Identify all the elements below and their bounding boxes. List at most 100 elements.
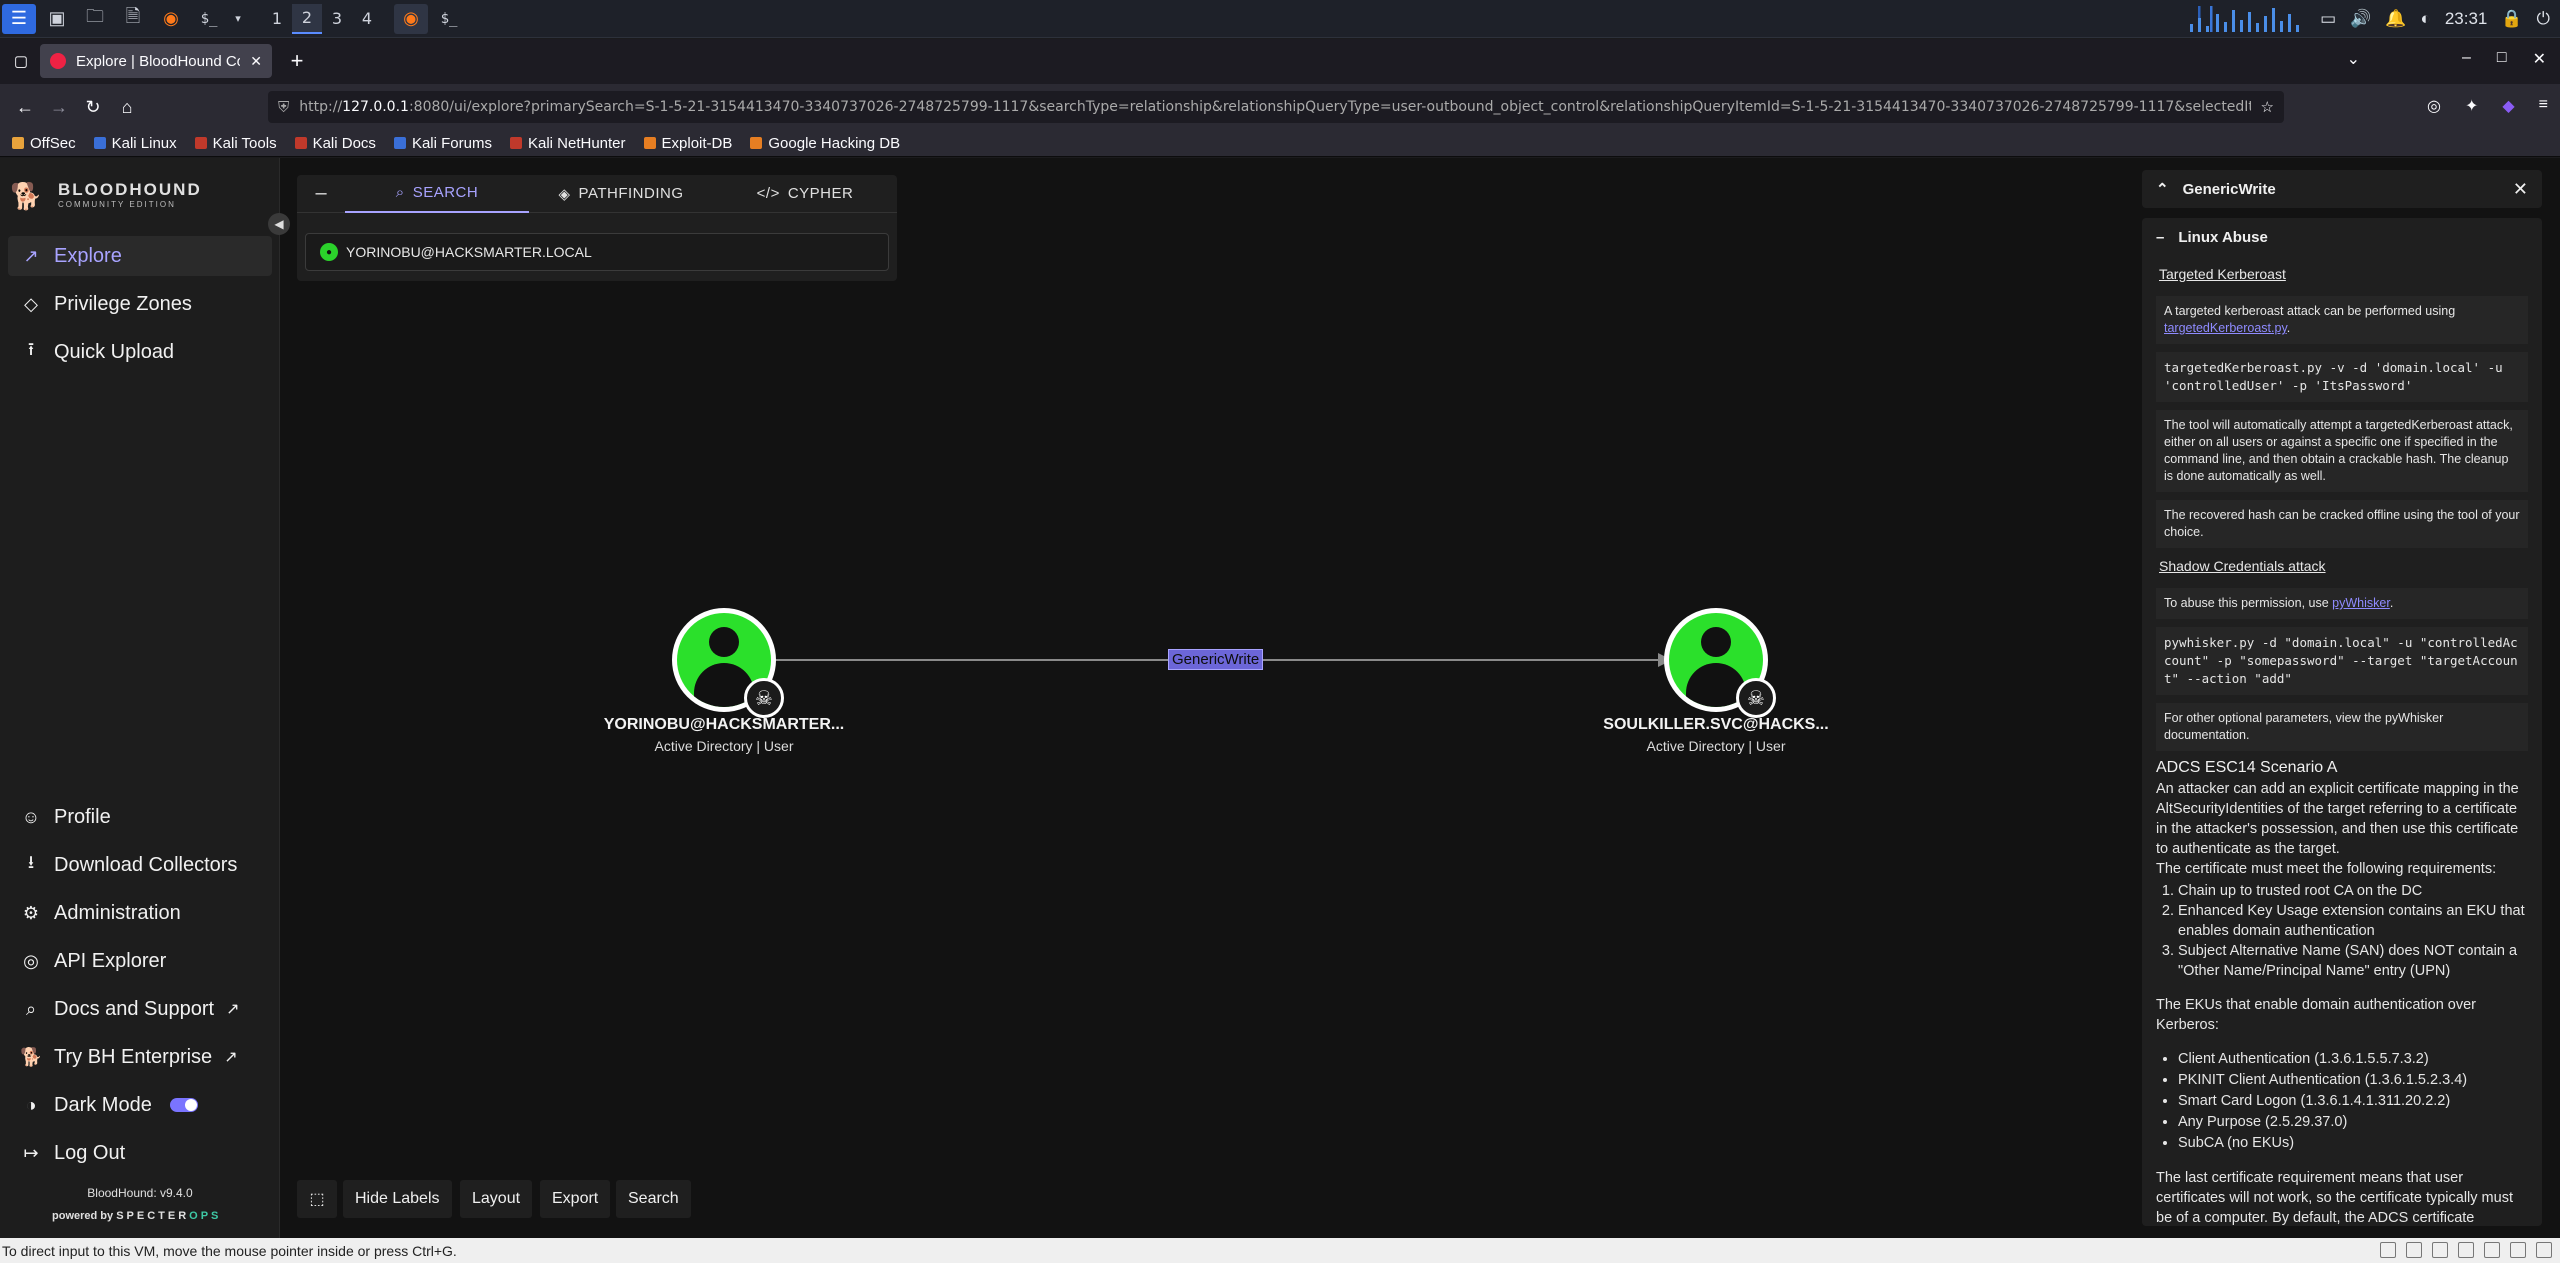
tab-search[interactable]: ⌕ SEARCH [345, 175, 529, 213]
lock-icon[interactable]: 🔒 [2501, 9, 2522, 29]
sidebar-item-quick-upload[interactable]: ⭱ Quick Upload [8, 332, 272, 372]
bloodhound-logo[interactable]: 🐕 BLOODHOUND COMMUNITY EDITION [10, 180, 202, 211]
back-icon[interactable]: ← [8, 90, 42, 124]
forward-icon[interactable]: → [42, 90, 76, 124]
hdd-icon[interactable] [2380, 1242, 2396, 1258]
volume-icon[interactable]: 🔊 [2350, 9, 2371, 29]
bookmark-kali-linux[interactable]: Kali Linux [93, 135, 177, 152]
reload-icon[interactable]: ↻ [76, 90, 110, 124]
terminal-icon[interactable]: $_ [192, 4, 226, 34]
tab-overflow-chevron-icon[interactable]: ⌄ [2347, 49, 2360, 69]
display-icon[interactable]: ▭ [2320, 9, 2336, 29]
collapse-up-icon[interactable]: ⌃ [2156, 180, 2169, 198]
graph-node-target[interactable]: ☠ [1664, 608, 1776, 718]
bookmark-kali-tools[interactable]: Kali Tools [194, 134, 277, 152]
display-icon[interactable] [2510, 1242, 2526, 1258]
bookmark-offsec[interactable]: OffSec [12, 135, 76, 152]
clock[interactable]: 23:31 [2445, 9, 2488, 29]
app-menu-icon[interactable]: ≡ [2539, 96, 2548, 116]
node-type-target: Active Directory | User [1646, 738, 1786, 754]
section-linux-abuse[interactable]: – Linux Abuse [2156, 218, 2528, 256]
sidebar-item-api-explorer[interactable]: ◎ API Explorer [8, 941, 272, 981]
detail-body[interactable]: – Linux Abuse Targeted Kerberoast A targ… [2142, 218, 2542, 1226]
collapse-sidebar-button[interactable]: ◀ [268, 213, 290, 235]
shared-folder-icon[interactable] [2484, 1242, 2500, 1258]
bookmark-kali-docs[interactable]: Kali Docs [294, 135, 376, 152]
collapse-minus-icon: – [2156, 228, 2165, 246]
tab-list-icon[interactable]: ▢ [4, 44, 38, 78]
bookmark-exploit-db[interactable]: Exploit-DB [643, 135, 732, 152]
kali-nethunter-icon [509, 137, 522, 149]
workspace-4[interactable]: 4 [352, 4, 382, 34]
bookmark-label: Kali Tools [212, 134, 277, 152]
firefox-icon[interactable]: ◉ [154, 4, 188, 34]
firefox-window-icon[interactable]: ◉ [394, 3, 428, 34]
kali-menu-icon[interactable]: ☰ [2, 3, 36, 34]
notification-bell-icon[interactable]: 🔔 [2385, 9, 2406, 29]
graph-search-button[interactable]: Search [616, 1180, 691, 1218]
brand-a: SPECTER [116, 1210, 190, 1222]
workspace-2[interactable]: 2 [292, 3, 322, 34]
pywhisker-link[interactable]: pyWhisker [2332, 596, 2390, 610]
search-tabs: – ⌕ SEARCH ◈ PATHFINDING </> CYPHER [297, 175, 897, 213]
usb-icon[interactable] [2432, 1242, 2448, 1258]
export-button[interactable]: Export [540, 1180, 611, 1218]
file-manager-icon[interactable]: 🗀 [78, 4, 112, 34]
bookmark-kali-forums[interactable]: Kali Forums [393, 135, 492, 152]
dark-mode-toggle[interactable] [169, 1098, 198, 1112]
layout-button[interactable]: Layout [460, 1180, 533, 1218]
minimize-panel-button[interactable]: – [297, 182, 345, 205]
section-title: Linux Abuse [2178, 228, 2268, 246]
capture-icon[interactable] [2536, 1242, 2552, 1258]
sidebar-item-explore[interactable]: ↗ Explore [8, 236, 272, 276]
close-window-icon[interactable]: ✕ [2533, 49, 2546, 69]
targeted-kerberoast-link[interactable]: targetedKerberoast.py [2164, 321, 2287, 335]
users-cog-icon: ⚙ [22, 902, 40, 923]
network-icon[interactable] [2406, 1242, 2422, 1258]
terminal-window-icon[interactable]: $_ [432, 4, 466, 34]
chevron-down-icon[interactable]: ▾ [230, 4, 246, 34]
tab-cypher[interactable]: </> CYPHER [713, 175, 897, 213]
sidebar-item-download-collectors[interactable]: ⭳ Download Collectors [8, 845, 272, 885]
workspace-1[interactable]: 1 [262, 4, 292, 34]
show-desktop-icon[interactable]: ▣ [40, 4, 74, 34]
sidebar-item-profile[interactable]: ☺ Profile [8, 797, 272, 837]
extension-purple-icon[interactable]: ◆ [2502, 96, 2514, 116]
url-bar[interactable]: ⛨ http://127.0.0.1:8080/ui/explore?prima… [268, 91, 2284, 123]
site-info-icon[interactable]: ⛨ [278, 99, 289, 116]
graph-canvas[interactable]: ☠ YORINOBU@HACKSMARTER... Active Directo… [290, 158, 2140, 1238]
home-icon[interactable]: ⌂ [110, 90, 144, 124]
crop-fit-button[interactable]: ⬚ [297, 1180, 337, 1218]
sidebar-item-dark-mode[interactable]: ◑ Dark Mode [8, 1085, 272, 1125]
bookmark-star-icon[interactable]: ☆ [2261, 98, 2274, 116]
workspace-3[interactable]: 3 [322, 4, 352, 34]
text-editor-icon[interactable]: 🗎 [116, 4, 150, 34]
power-status-icon[interactable]: ◐ [2421, 9, 2431, 29]
sidebar-item-docs-support[interactable]: ⌕ Docs and Support ↗ [8, 989, 272, 1029]
account-icon[interactable]: ◎ [2427, 96, 2441, 116]
list-item: Subject Alternative Name (SAN) does NOT … [2178, 941, 2528, 981]
audio-icon[interactable] [2458, 1242, 2474, 1258]
sidebar-item-logout[interactable]: ↦ Log Out [8, 1133, 272, 1173]
minimize-icon[interactable]: – [2462, 49, 2471, 69]
bookmark-google-hacking-db[interactable]: Google Hacking DB [750, 135, 900, 152]
hide-labels-button[interactable]: Hide Labels [343, 1180, 452, 1218]
close-icon[interactable]: ✕ [2513, 179, 2528, 200]
logout-power-icon[interactable]: ⏻ [2537, 9, 2550, 29]
sidebar-item-administration[interactable]: ⚙ Administration [8, 893, 272, 933]
search-input[interactable]: ● YORINOBU@HACKSMARTER.LOCAL [305, 233, 889, 271]
bookmark-kali-nethunter[interactable]: Kali NetHunter [509, 135, 626, 152]
extensions-icon[interactable]: ✦ [2465, 96, 2478, 116]
sidebar-item-privilege-zones[interactable]: ◇ Privilege Zones [8, 284, 272, 324]
url-text[interactable]: http://127.0.0.1:8080/ui/explore?primary… [299, 99, 2250, 115]
browser-tab-active[interactable]: Explore | BloodHound Co ✕ [40, 44, 272, 78]
maximize-icon[interactable]: □ [2497, 49, 2507, 69]
edge-label[interactable]: GenericWrite [1168, 649, 1264, 670]
close-tab-icon[interactable]: ✕ [250, 53, 262, 70]
sidebar-item-try-enterprise[interactable]: 🐕 Try BH Enterprise ↗ [8, 1037, 272, 1077]
tab-pathfinding[interactable]: ◈ PATHFINDING [529, 175, 713, 213]
toolbar-right-icons: ◎ ✦ ◆ ≡ [2427, 96, 2548, 116]
gem-icon: ◇ [24, 293, 38, 314]
graph-node-source[interactable]: ☠ [672, 608, 784, 718]
new-tab-button[interactable]: + [280, 44, 314, 78]
